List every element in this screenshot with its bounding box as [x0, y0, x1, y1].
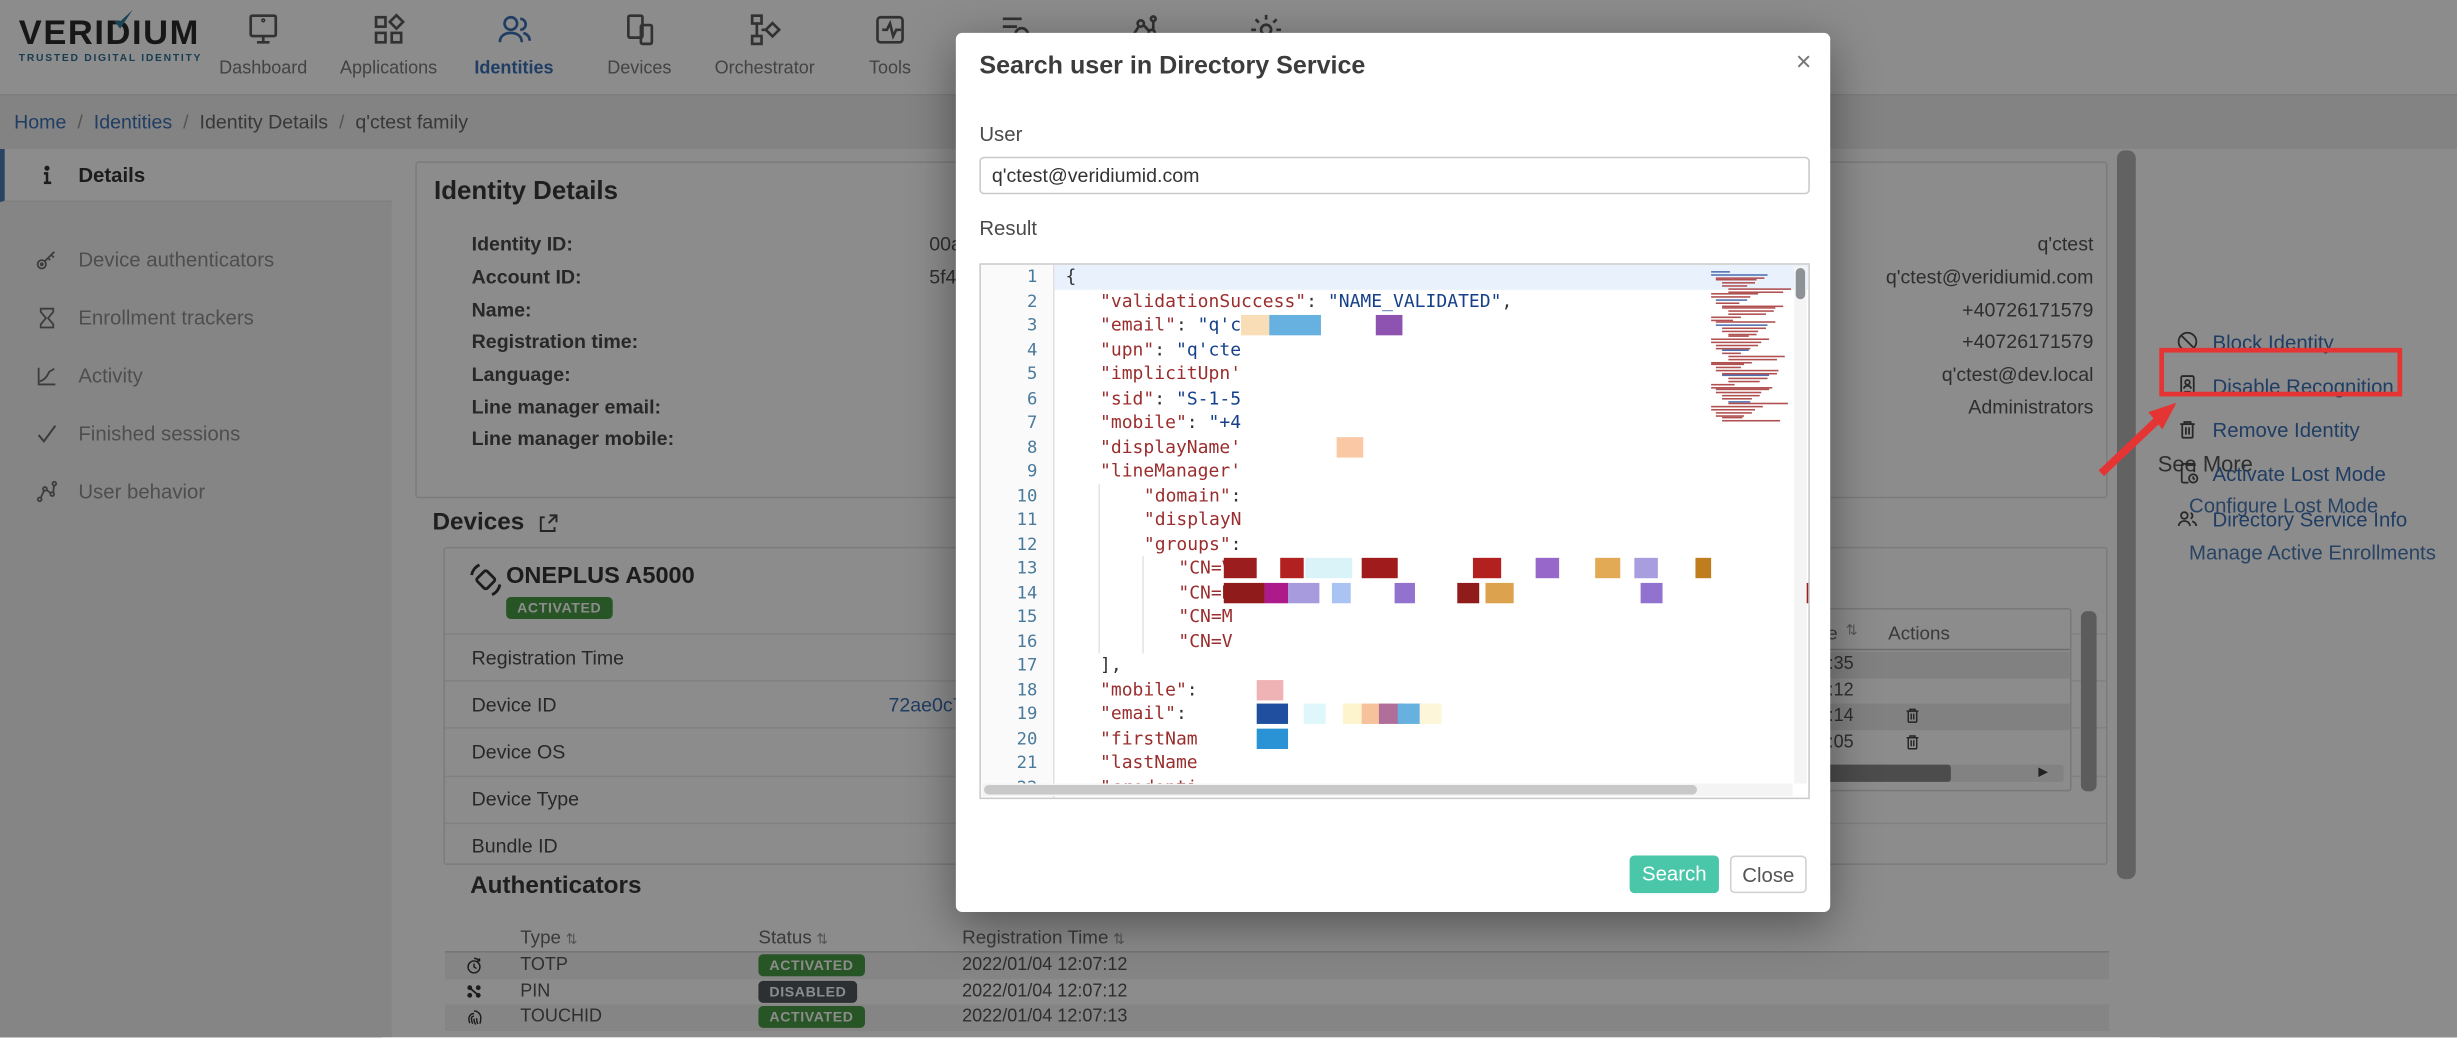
redaction-block: [1280, 558, 1304, 578]
code-line: "sid": "S-1-5: [1055, 386, 1809, 410]
line-number: 11: [981, 508, 1053, 532]
line-number: 12: [981, 532, 1053, 556]
editor-minimap: [1711, 271, 1789, 423]
line-number: 13: [981, 556, 1053, 580]
redaction-block: [1536, 558, 1560, 578]
line-number: 18: [981, 678, 1053, 702]
redaction-block: [1595, 558, 1620, 578]
code-line: {: [1055, 265, 1809, 289]
line-number: 4: [981, 338, 1053, 362]
user-search-input[interactable]: [979, 157, 1809, 195]
redaction-block: [1473, 558, 1501, 578]
editor-horizontal-scrollbar[interactable]: [982, 783, 1792, 796]
redaction-block: [1376, 315, 1403, 335]
annotation-highlight-box: [2159, 348, 2402, 397]
line-number: 1: [981, 265, 1053, 289]
code-line: "domain":: [1055, 483, 1809, 507]
line-number: 15: [981, 605, 1053, 629]
code-line: "lineManager': [1055, 459, 1809, 483]
code-line: "mobile":: [1055, 678, 1809, 702]
code-line: "lastName: [1055, 751, 1809, 775]
code-line: "displayName': [1055, 435, 1809, 459]
modal-close-icon[interactable]: ×: [1796, 47, 1812, 78]
code-line: "CN=V: [1055, 629, 1809, 653]
line-number: 21: [981, 751, 1053, 775]
line-number: 14: [981, 581, 1053, 605]
redaction-block: [1362, 558, 1398, 578]
code-line: "validationSuccess": "NAME_VALIDATED",: [1055, 289, 1809, 313]
redaction-block: [1257, 679, 1284, 699]
line-number: 5: [981, 362, 1053, 386]
code-line: "CN=V: [1055, 556, 1809, 580]
code-line: "groups":: [1055, 532, 1809, 556]
redaction-block: [1332, 582, 1351, 602]
redaction-block: [1337, 436, 1364, 456]
line-number: 17: [981, 653, 1053, 677]
modal-title: Search user in Directory Service: [979, 53, 1365, 81]
code-line: "mobile": "+4: [1055, 411, 1809, 435]
editor-vscroll-thumb[interactable]: [1796, 268, 1805, 299]
line-number: 8: [981, 435, 1053, 459]
redaction-block: [1457, 582, 1479, 602]
code-line: "email": "q'c: [1055, 313, 1809, 337]
code-line: "CN=D: [1055, 581, 1809, 605]
search-button[interactable]: Search: [1630, 856, 1719, 894]
line-number: 3: [981, 313, 1053, 337]
redaction-block: [1241, 315, 1269, 335]
line-number: 9: [981, 459, 1053, 483]
redaction-block: [1420, 704, 1442, 724]
editor-hscroll-thumb[interactable]: [984, 785, 1697, 794]
redaction-block: [1641, 582, 1663, 602]
redaction-block: [1395, 582, 1415, 602]
line-number: 16: [981, 629, 1053, 653]
redaction-block: [1485, 582, 1513, 602]
user-field-label: User: [979, 122, 1022, 146]
code-line: "implicitUpn': [1055, 362, 1809, 386]
line-number: 20: [981, 726, 1053, 750]
redaction-block: [1224, 558, 1257, 578]
line-number: 2: [981, 289, 1053, 313]
redaction-block: [1634, 558, 1658, 578]
editor-code-area: {"validationSuccess": "NAME_VALIDATED","…: [1055, 265, 1809, 798]
redaction-block: [1305, 558, 1352, 578]
veridium-admin-app: VERIDIUM TRUSTED DIGITAL IDENTITY Dashbo…: [0, 0, 2457, 1037]
json-result-editor[interactable]: 12345678910111213141516171819202122 {"va…: [979, 263, 1809, 799]
code-line: "displayN: [1055, 508, 1809, 532]
redaction-block: [1257, 704, 1288, 724]
redaction-block: [1269, 315, 1321, 335]
code-line: "upn": "q'cte: [1055, 338, 1809, 362]
editor-line-number-gutter: 12345678910111213141516171819202122: [981, 265, 1055, 798]
redaction-block: [1695, 558, 1711, 578]
redaction-block: [1304, 704, 1326, 724]
redaction-block: [1257, 728, 1288, 748]
result-label: Result: [979, 216, 1037, 240]
redaction-block: [1265, 582, 1289, 602]
redaction-block: [1224, 582, 1265, 602]
line-number: 10: [981, 483, 1053, 507]
editor-vertical-scrollbar[interactable]: [1794, 266, 1807, 783]
line-number: 6: [981, 386, 1053, 410]
line-number: 19: [981, 702, 1053, 726]
line-number: 7: [981, 411, 1053, 435]
code-line: ],: [1055, 653, 1809, 677]
code-line: "email":: [1055, 702, 1809, 726]
directory-service-modal: Search user in Directory Service × User …: [956, 33, 1830, 912]
code-line: "CN=M: [1055, 605, 1809, 629]
code-line: "firstNam: [1055, 726, 1809, 750]
close-button[interactable]: Close: [1730, 856, 1807, 894]
redaction-block: [1288, 582, 1319, 602]
